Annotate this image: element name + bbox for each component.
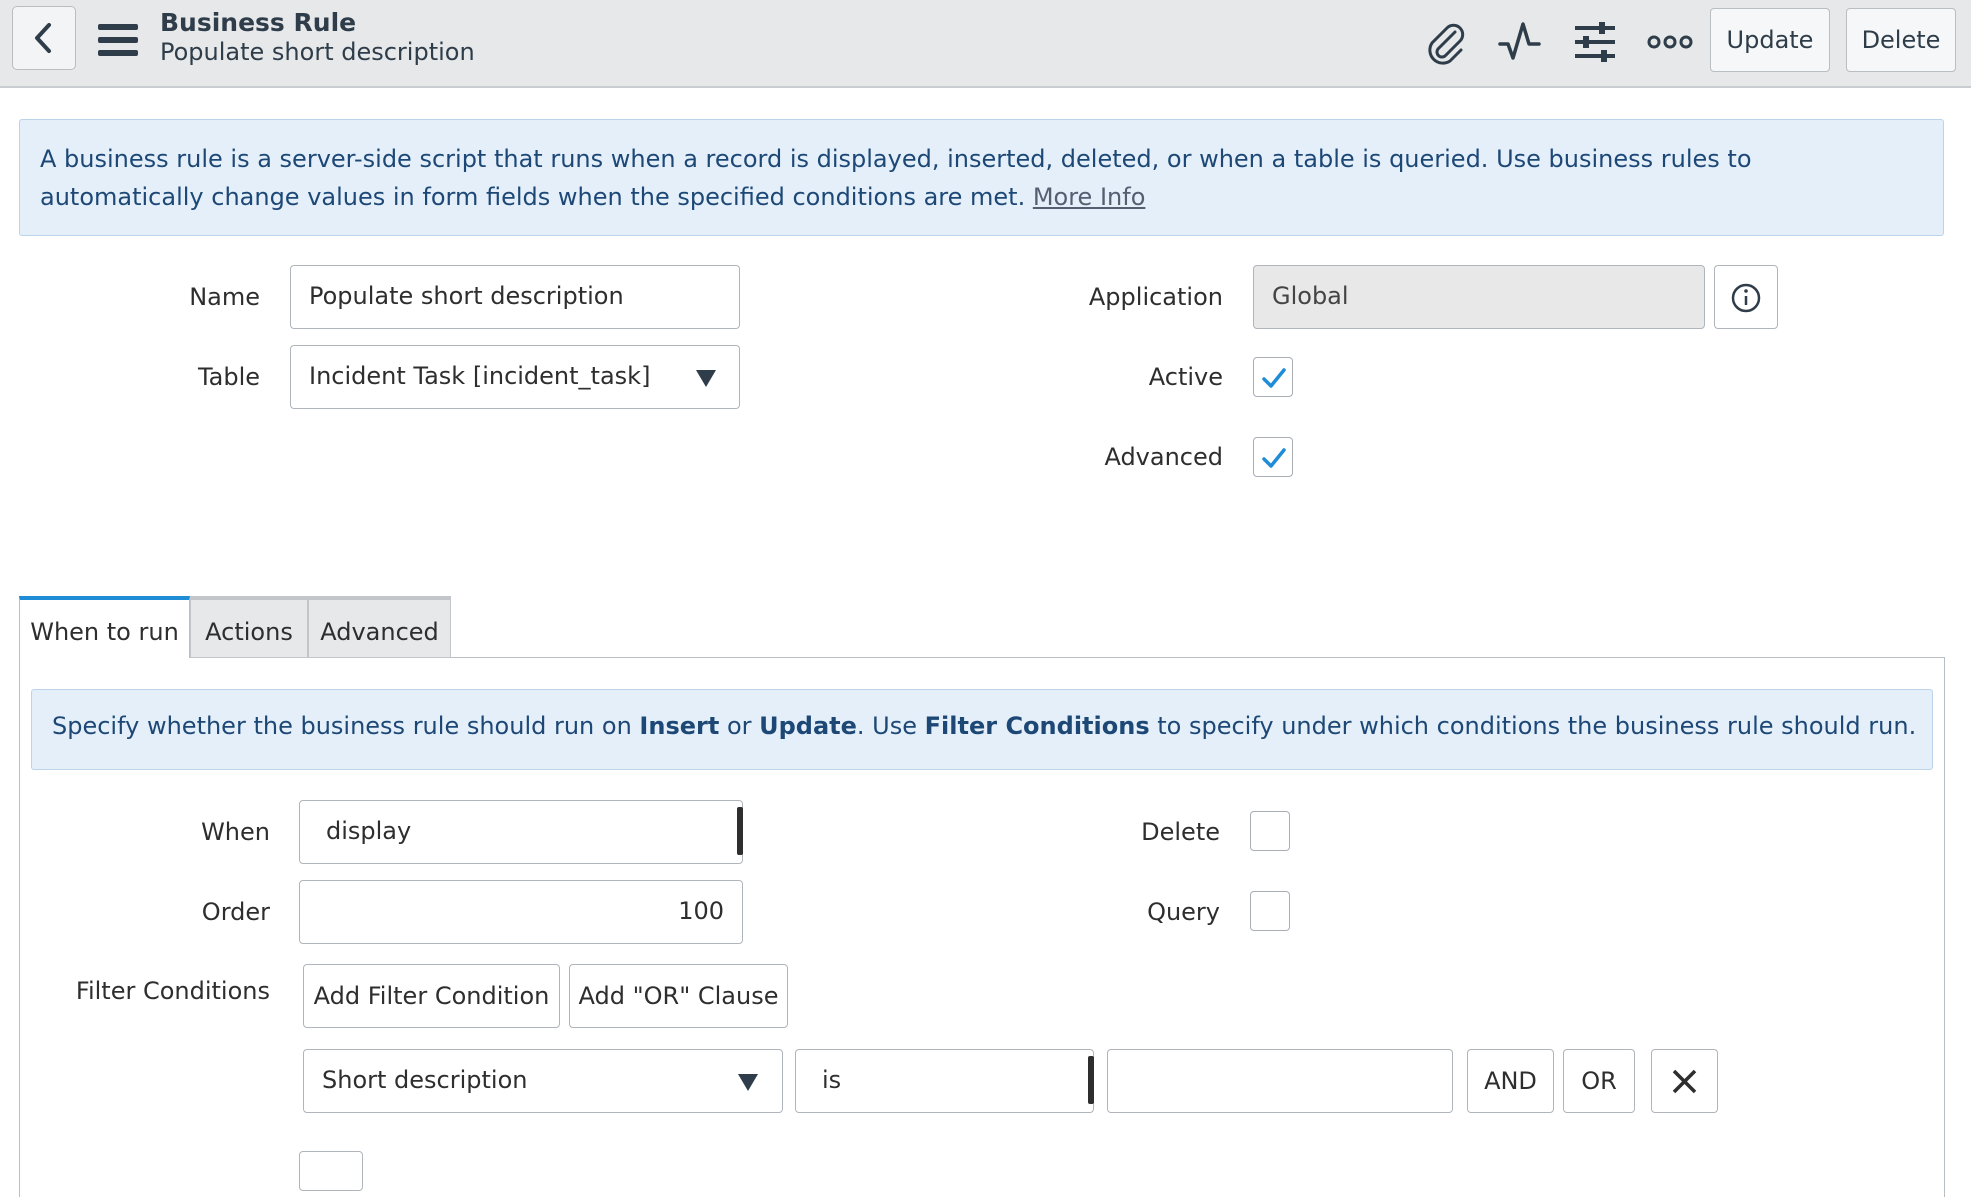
name-label: Name [189,283,260,311]
activity-icon[interactable] [1496,18,1544,66]
query-checkbox[interactable] [1250,891,1290,931]
condition-field-select[interactable]: Short description [303,1049,783,1113]
table-select-value: Incident Task [incident_task] [309,362,651,390]
application-field: Global [1253,265,1705,329]
tab-when-to-run[interactable]: When to run [19,596,190,658]
tab-actions[interactable]: Actions [190,596,308,658]
condition-and-button[interactable]: AND [1467,1049,1554,1113]
record-type-title: Business Rule [160,8,357,37]
info-banner-text: A business rule is a server-side script … [40,145,1752,211]
filter-conditions-label: Filter Conditions [75,977,270,1005]
back-button[interactable] [12,6,76,70]
when-select-value: display [326,817,412,845]
condition-operator-select[interactable]: is [795,1049,1094,1113]
checkmark-icon [1262,448,1286,468]
add-filter-condition-button[interactable]: Add Filter Condition [303,964,560,1028]
application-info-button[interactable] [1714,265,1778,329]
active-label: Active [1148,363,1223,391]
order-field[interactable]: 100 [299,880,743,944]
condition-field-value: Short description [322,1066,528,1094]
select-handle-icon [1088,1056,1094,1104]
select-handle-icon [737,807,743,855]
when-to-run-info-text: Specify whether the business rule should… [52,712,1917,740]
tab-advanced[interactable]: Advanced [308,596,451,658]
remove-condition-button[interactable] [1651,1049,1718,1113]
back-icon [35,23,51,53]
chevron-down-icon [738,1074,758,1091]
active-checkbox[interactable] [1253,357,1293,397]
record-name-subtitle: Populate short description [160,38,475,66]
when-select[interactable]: display [299,800,743,864]
table-label: Table [197,363,260,391]
advanced-label: Advanced [1104,443,1223,471]
update-button[interactable]: Update [1710,8,1830,72]
query-label: Query [1147,898,1220,926]
menu-icon[interactable] [96,20,140,60]
advanced-checkbox[interactable] [1253,437,1293,477]
order-label: Order [201,898,270,926]
delete-label: Delete [1141,818,1220,846]
table-select[interactable]: Incident Task [incident_task] [290,345,740,409]
condition-or-button[interactable]: OR [1563,1049,1635,1113]
condition-operator-value: is [822,1066,842,1094]
more-info-link[interactable]: More Info [1033,183,1146,211]
info-icon [1731,283,1761,313]
delete-button[interactable]: Delete [1846,8,1956,72]
close-icon [1672,1069,1697,1094]
chevron-down-icon [696,370,716,387]
delete-checkbox[interactable] [1250,811,1290,851]
application-label: Application [1088,283,1223,311]
name-field[interactable]: Populate short description [290,265,740,329]
checkmark-icon [1262,368,1286,388]
when-label: When [201,818,270,846]
settings-icon[interactable] [1571,18,1619,66]
more-icon[interactable] [1646,18,1694,66]
attachment-icon[interactable] [1421,18,1469,66]
partial-checkbox[interactable] [299,1151,363,1191]
add-or-clause-button[interactable]: Add "OR" Clause [569,964,788,1028]
condition-value-input[interactable] [1107,1049,1453,1113]
